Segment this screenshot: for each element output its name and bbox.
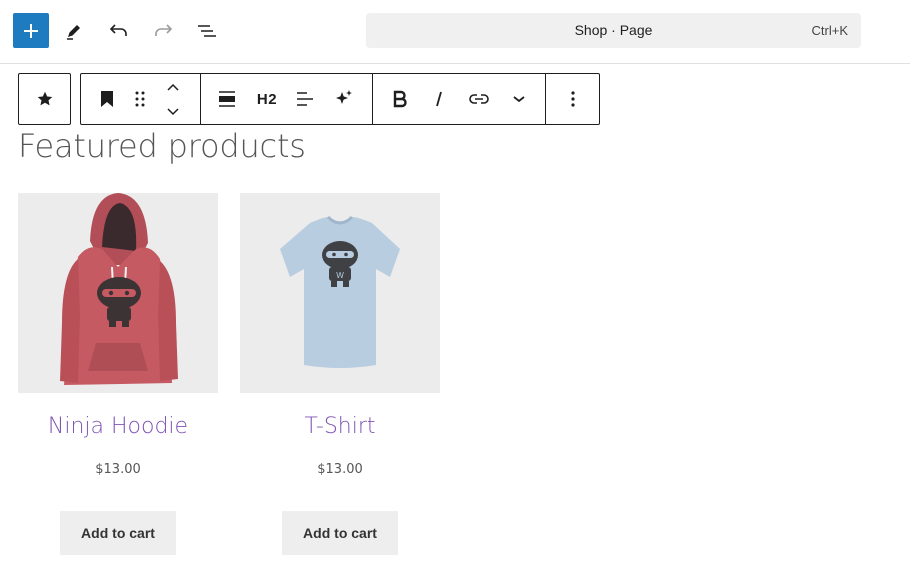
- heading-level-button[interactable]: H2: [251, 74, 283, 124]
- more-rich-text-button[interactable]: [505, 74, 533, 124]
- section-heading[interactable]: Featured products: [18, 126, 306, 166]
- undo-button[interactable]: [101, 13, 137, 49]
- options-button[interactable]: [559, 74, 587, 124]
- toolbar-separator: [545, 74, 546, 124]
- text-align-button[interactable]: [291, 74, 319, 124]
- undo-icon: [109, 24, 127, 36]
- shortcut-hint: Ctrl+K: [811, 23, 848, 38]
- star-icon: [37, 91, 52, 106]
- ai-button[interactable]: [330, 74, 358, 124]
- redo-icon: [155, 24, 173, 36]
- list-view-icon: [198, 25, 216, 37]
- move-up-button[interactable]: [159, 74, 187, 99]
- plus-icon: [24, 23, 38, 38]
- editor-header: Shop · Page Ctrl+K: [0, 0, 910, 64]
- toolbar-separator: [372, 74, 373, 124]
- svg-text:W: W: [336, 271, 344, 280]
- add-to-cart-button[interactable]: Add to cart: [60, 511, 176, 555]
- text-align-icon: [297, 92, 313, 106]
- move-down-button[interactable]: [159, 99, 187, 124]
- alignment-button[interactable]: [213, 74, 241, 124]
- redo-button[interactable]: [145, 13, 181, 49]
- product-price: $13.00: [95, 462, 141, 477]
- add-block-button[interactable]: [13, 13, 49, 48]
- product-name[interactable]: T-Shirt: [240, 412, 440, 442]
- bold-button[interactable]: [386, 74, 414, 124]
- move-up-icon: [167, 83, 179, 91]
- tshirt-image: W: [280, 215, 400, 368]
- document-title: Shop · Page: [574, 22, 653, 38]
- drag-handle-icon: [135, 91, 145, 107]
- block-controls-group: H2: [80, 73, 600, 125]
- product-image[interactable]: [18, 193, 218, 393]
- bold-icon: [393, 90, 407, 108]
- toolbar-separator: [200, 74, 201, 124]
- sparkle-icon: [336, 90, 352, 104]
- bookmark-icon: [101, 91, 113, 107]
- block-type-group: [18, 73, 71, 125]
- move-down-icon: [167, 107, 179, 115]
- chevron-down-icon: [513, 96, 525, 103]
- italic-icon: [436, 91, 442, 107]
- product-price: $13.00: [317, 462, 363, 477]
- italic-button[interactable]: [425, 74, 453, 124]
- command-bar[interactable]: Shop · Page Ctrl+K: [366, 13, 861, 48]
- document-overview-button[interactable]: [189, 13, 225, 49]
- tools-button[interactable]: [56, 13, 92, 49]
- align-icon: [219, 91, 235, 107]
- link-icon: [469, 94, 489, 104]
- block-type-button[interactable]: [19, 74, 70, 124]
- more-options-icon: [571, 91, 575, 107]
- heading-level-label: H2: [256, 90, 278, 108]
- bookmark-button[interactable]: [93, 74, 121, 124]
- product-image[interactable]: W: [240, 193, 440, 393]
- product-card: Ninja Hoodie $13.00 Add to cart: [18, 193, 218, 555]
- product-card: W T-Shirt $13.00 Add to cart: [240, 193, 440, 555]
- link-button[interactable]: [464, 74, 494, 124]
- drag-handle[interactable]: [128, 74, 152, 124]
- pencil-icon: [67, 25, 80, 40]
- add-to-cart-button[interactable]: Add to cart: [282, 511, 398, 555]
- product-name[interactable]: Ninja Hoodie: [18, 412, 218, 442]
- hoodie-image: [60, 193, 178, 385]
